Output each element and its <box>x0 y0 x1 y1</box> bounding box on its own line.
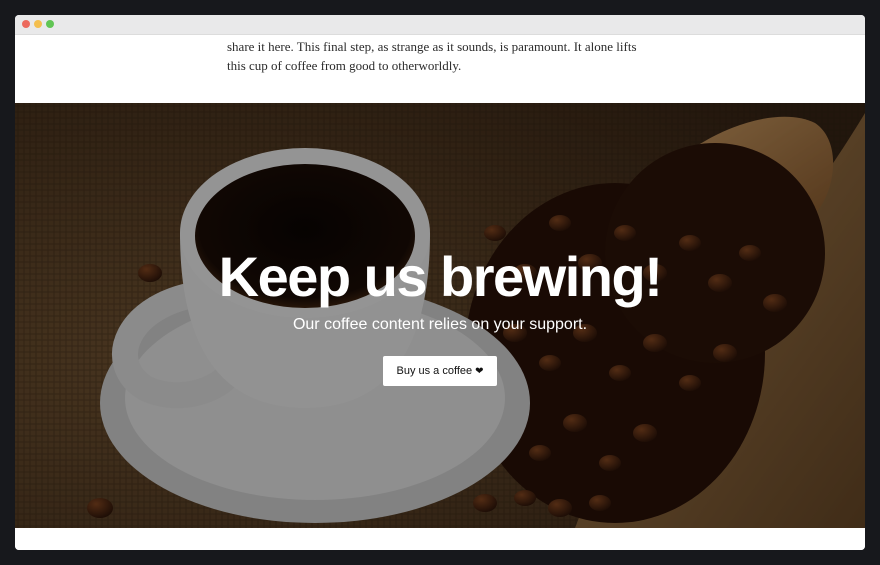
hero-content: Keep us brewing! Our coffee content reli… <box>15 103 865 528</box>
article-line: this cup of coffee from good to otherwor… <box>227 58 462 73</box>
hero-title: Keep us brewing! <box>218 245 663 308</box>
heart-icon: ❤ <box>475 365 484 377</box>
article-line: share it here. This final step, as stran… <box>227 39 637 54</box>
window-titlebar <box>15 15 865 35</box>
close-window-button[interactable] <box>22 20 30 28</box>
maximize-window-button[interactable] <box>46 20 54 28</box>
minimize-window-button[interactable] <box>34 20 42 28</box>
browser-window: share it here. This final step, as stran… <box>15 15 865 550</box>
cta-label: Buy us a coffee <box>396 365 473 377</box>
hero-subtitle: Our coffee content relies on your suppor… <box>292 316 588 333</box>
buy-us-a-coffee-button[interactable]: Buy us a coffee ❤ <box>383 356 497 386</box>
page-bottom-strip <box>15 528 865 550</box>
article-text: share it here. This final step, as stran… <box>227 37 667 75</box>
support-hero: Keep us brewing! Our coffee content reli… <box>15 103 865 528</box>
